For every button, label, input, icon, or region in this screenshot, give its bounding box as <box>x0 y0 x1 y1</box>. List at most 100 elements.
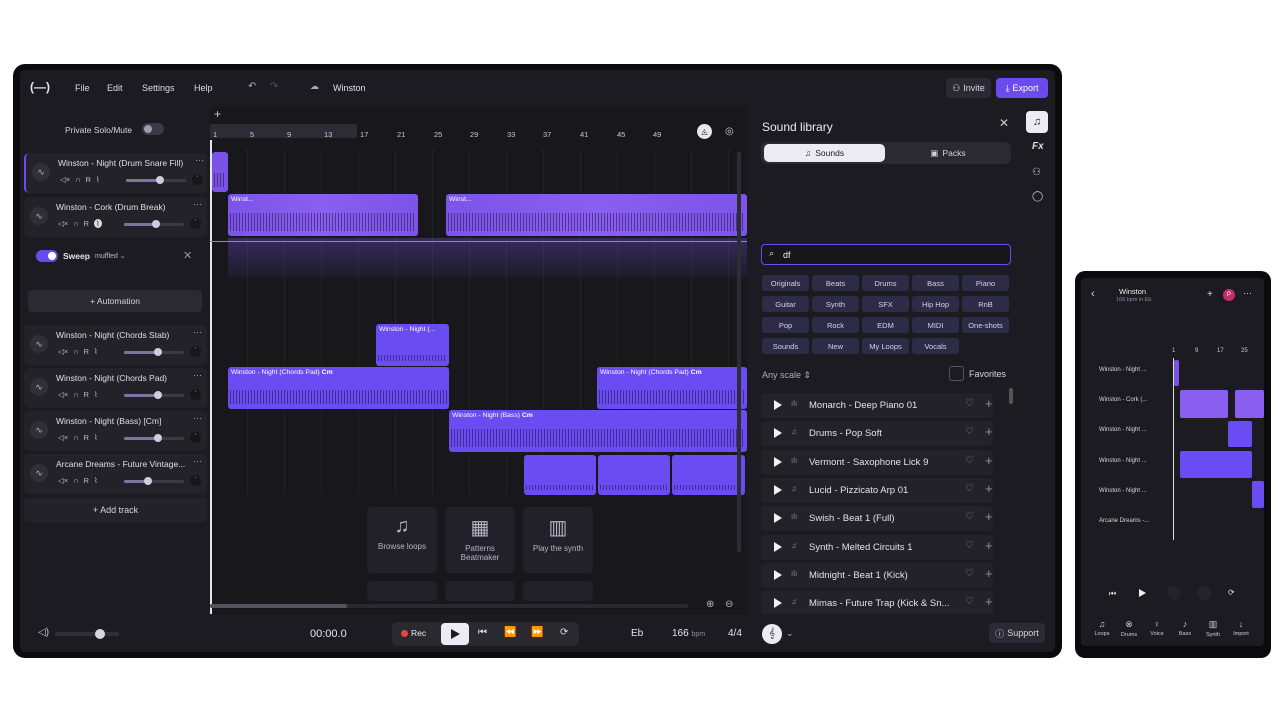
mute-icon[interactable]: ◁× <box>58 347 68 356</box>
pan-knob[interactable]: ' <box>192 174 203 185</box>
category-chip[interactable]: Rock <box>812 317 859 333</box>
vertical-scrollbar[interactable] <box>737 152 741 552</box>
sound-row[interactable]: ♫ Mimas - Future Trap (Kick & Sn... ♡ + <box>761 591 993 617</box>
mute-icon[interactable]: ◁× <box>58 476 68 485</box>
volume-slider[interactable] <box>124 348 184 356</box>
sweep-mode-select[interactable]: muffled ⌄ <box>95 252 126 260</box>
mobile-clip[interactable] <box>1180 390 1228 418</box>
mobile-track-name[interactable]: Arcane Dreams -... <box>1099 518 1149 524</box>
automation-icon[interactable]: ⌇ <box>94 347 98 356</box>
track-name[interactable]: Winston - Night (Chords Pad) <box>56 373 188 383</box>
category-chip[interactable]: Synth <box>812 296 859 312</box>
sound-library-icon[interactable]: ♫ <box>1026 111 1048 133</box>
play-synth-tile[interactable]: ▥ Play the synth <box>523 507 593 573</box>
tab-packs[interactable]: ▣ Packs <box>889 144 1007 162</box>
mobile-track-name[interactable]: Winston - Night ... <box>1099 488 1147 494</box>
track-name[interactable]: Arcane Dreams - Future Vintage... <box>56 459 188 469</box>
tile[interactable] <box>445 581 515 601</box>
automation-icon[interactable]: ⌇ <box>93 219 102 228</box>
sound-row[interactable]: ♫ Drums - Pop Soft ♡ + <box>761 421 993 447</box>
add-icon[interactable]: + <box>985 509 993 524</box>
pan-knob[interactable]: ' <box>190 389 201 400</box>
mobile-track-name[interactable]: Winston - Night ... <box>1099 367 1147 373</box>
mute-icon[interactable]: ◁× <box>58 219 68 228</box>
automation-icon[interactable]: ⌇ <box>94 476 98 485</box>
mobile-record-icon[interactable] <box>1167 586 1181 600</box>
solo-mute-toggle[interactable] <box>142 123 164 135</box>
more-icon[interactable]: ··· <box>195 155 204 165</box>
waveform-icon[interactable]: ∿ <box>30 207 48 225</box>
skip-start-icon[interactable]: ⏮ <box>478 627 487 638</box>
automation-icon[interactable]: ⌇ <box>94 390 98 399</box>
mobile-nav-voice[interactable]: ♀ Voice <box>1145 619 1169 637</box>
mobile-loop-icon[interactable]: ⟳ <box>1228 588 1235 597</box>
search-input[interactable] <box>761 244 1011 265</box>
zoom-out-icon[interactable]: ⊖ <box>725 599 733 610</box>
mobile-nav-loops[interactable]: ♫ Loops <box>1090 619 1114 637</box>
mute-icon[interactable]: ◁× <box>58 433 68 442</box>
support-button[interactable]: ⓘ Support <box>989 623 1045 643</box>
track-row[interactable]: ∿ Winston - Night (Drum Snare Fill) ··· … <box>24 153 207 193</box>
record-arm-button[interactable]: R <box>84 476 89 485</box>
clip-chords-pad[interactable]: Winston - Night (Chords Pad) Cm <box>597 367 747 409</box>
record-arm-button[interactable]: R <box>84 433 89 442</box>
clip-arcane-dreams[interactable] <box>524 455 596 495</box>
clip-chords-stab[interactable]: Winston - Night (... <box>376 324 449 366</box>
menu-file[interactable]: File <box>75 83 90 93</box>
play-icon[interactable] <box>774 541 782 552</box>
category-chip[interactable]: Pop <box>762 317 809 333</box>
mobile-skip-start-icon[interactable]: ⏮ <box>1109 589 1116 599</box>
mobile-add-icon[interactable]: + <box>1207 289 1213 300</box>
waveform-icon[interactable]: ∿ <box>30 335 48 353</box>
project-title[interactable]: Winston <box>333 83 366 93</box>
headphones-icon[interactable]: ∩ <box>73 390 78 399</box>
mobile-play-button[interactable] <box>1139 589 1146 597</box>
sound-row[interactable]: ılı Swish - Beat 1 (Full) ♡ + <box>761 506 993 532</box>
clip-bass[interactable]: Winston - Night (Bass) Cm <box>449 410 747 452</box>
sweep-toggle[interactable] <box>36 250 58 262</box>
play-icon[interactable] <box>774 400 782 410</box>
chevron-down-icon[interactable]: ⌄ <box>786 628 794 639</box>
waveform-icon[interactable]: ∿ <box>30 421 48 439</box>
play-icon[interactable] <box>774 484 782 495</box>
track-row[interactable]: ∿ Winston - Night (Chords Stab) ··· ◁× ∩ R… <box>24 325 207 365</box>
pan-knob[interactable]: ' <box>190 346 201 357</box>
zoom-in-icon[interactable]: ⊕ <box>706 599 714 610</box>
undo-icon[interactable]: ↶ <box>248 81 256 92</box>
volume-slider[interactable] <box>126 176 186 184</box>
horizontal-scrollbar[interactable] <box>210 604 688 608</box>
logo-icon[interactable]: (—) <box>30 80 50 94</box>
add-icon[interactable]: + <box>985 453 993 468</box>
pan-knob[interactable]: ' <box>190 475 201 486</box>
clip-drum-break[interactable]: Winst... <box>228 194 418 236</box>
mute-icon[interactable]: ◁× <box>60 175 70 184</box>
mobile-clip[interactable] <box>1174 360 1179 386</box>
headphones-icon[interactable]: ∩ <box>73 347 78 356</box>
heart-icon[interactable]: ♡ <box>965 511 974 522</box>
heart-icon[interactable]: ♡ <box>965 483 974 494</box>
play-icon[interactable] <box>774 569 782 580</box>
category-chip[interactable]: My Loops <box>862 338 909 354</box>
clip-drum-snare-fill[interactable] <box>212 152 228 192</box>
clip-chords-pad[interactable]: Winston - Night (Chords Pad) Cm <box>228 367 449 409</box>
more-icon[interactable]: ··· <box>193 456 202 466</box>
heart-icon[interactable]: ♡ <box>965 426 974 437</box>
invite-button[interactable]: ⚇ Invite <box>946 78 991 98</box>
library-scrollbar[interactable] <box>1009 388 1013 404</box>
category-chip[interactable]: Hip Hop <box>912 296 959 312</box>
fx-icon[interactable]: Fx <box>1032 141 1044 152</box>
category-chip[interactable]: Bass <box>912 275 959 291</box>
mobile-clip[interactable] <box>1180 451 1252 478</box>
category-chip[interactable]: Piano <box>962 275 1009 291</box>
track-name[interactable]: Winston - Night (Chords Stab) <box>56 330 188 340</box>
export-button[interactable]: ⤓ Export <box>996 78 1048 98</box>
mobile-track-name[interactable]: Winston - Night ... <box>1099 427 1147 433</box>
clip-arcane-dreams[interactable] <box>598 455 670 495</box>
pan-knob[interactable]: ' <box>190 432 201 443</box>
category-chip[interactable]: Guitar <box>762 296 809 312</box>
favorites-checkbox[interactable] <box>949 366 964 381</box>
record-button[interactable]: Rec <box>401 628 426 638</box>
add-icon[interactable]: + <box>985 424 993 439</box>
mobile-nav-bass[interactable]: ♪ Bass <box>1173 619 1197 637</box>
master-volume-slider[interactable] <box>55 629 119 639</box>
